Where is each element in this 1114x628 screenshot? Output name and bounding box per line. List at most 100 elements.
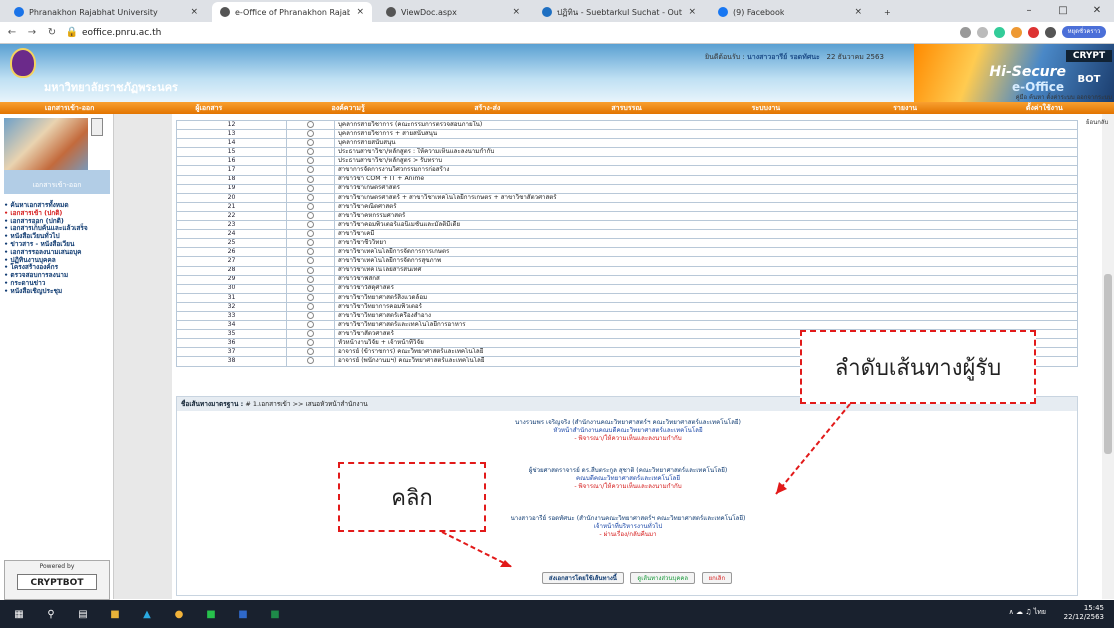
clock-date[interactable]: 22/12/2563 (1064, 613, 1104, 622)
radio-button[interactable] (307, 166, 314, 174)
scroll-thumb[interactable] (1104, 274, 1112, 454)
chrome-icon[interactable]: ● (166, 604, 192, 624)
tab-close-icon[interactable]: × (350, 7, 364, 17)
extensions: หยุดชั่วคราว (960, 26, 1106, 38)
row-select-cell (286, 210, 335, 222)
extension-icon[interactable] (1028, 26, 1039, 38)
radio-button[interactable] (307, 239, 314, 247)
extension-icon[interactable] (994, 26, 1005, 38)
sidebar-scroll-button[interactable] (91, 118, 103, 136)
browser-tab[interactable]: ViewDoc.aspx × (378, 2, 528, 22)
lock-icon[interactable]: 🔒 (64, 27, 80, 38)
menu-item[interactable]: ระบบงาน (696, 102, 835, 114)
radio-button[interactable] (307, 348, 314, 356)
radio-button[interactable] (307, 176, 314, 183)
radio-button[interactable] (307, 285, 314, 292)
personal-route-button[interactable]: ดูเส้นทางส่วนบุคคล (630, 572, 696, 584)
back-icon[interactable]: ← (4, 27, 20, 38)
clock-time[interactable]: 15:45 (1064, 604, 1104, 613)
row-number: 25 (176, 238, 287, 249)
radio-button[interactable] (307, 276, 314, 283)
menu-item[interactable]: สารบรรณ (557, 102, 696, 114)
tab-close-icon[interactable]: × (506, 7, 520, 17)
page-scrollbar[interactable] (1102, 114, 1114, 599)
row-select-cell (286, 238, 335, 249)
radio-button[interactable] (307, 257, 314, 265)
forward-icon[interactable]: → (24, 27, 40, 38)
radio-button[interactable] (307, 194, 314, 201)
table-row: 24 สาขาวิชาเคมี (176, 229, 1078, 240)
radio-button[interactable] (307, 148, 314, 156)
key-icon[interactable] (960, 26, 971, 38)
radio-button[interactable] (307, 130, 314, 138)
restore-icon[interactable]: □ (1046, 0, 1080, 22)
app-icon[interactable]: ▲ (134, 604, 160, 624)
sidebar-item[interactable]: • หนังสือเชิญประชุม (4, 287, 112, 296)
recipient-name: สาขาวิชาเกษตรศาสตร์ (334, 183, 1078, 194)
tab-title: e-Office of Phranakhon Rajabhat (235, 7, 351, 17)
windows-start-icon[interactable]: ▦ (6, 604, 32, 624)
table-row: 34 สาขาวิชาวิทยาศาสตร์และเทคโนโลยีการอาหา… (176, 320, 1078, 331)
radio-button[interactable] (307, 330, 314, 338)
minimize-icon[interactable]: – (1012, 0, 1046, 22)
search-icon[interactable]: ⚲ (38, 604, 64, 624)
browser-tab[interactable]: e-Office of Phranakhon Rajabhat× (212, 2, 372, 22)
radio-button[interactable] (307, 321, 314, 329)
table-row: 31 สาขาวิชาวิทยาศาสตร์สิ่งแวดล้อม (176, 292, 1078, 303)
menu-item[interactable]: รายงาน (836, 102, 975, 114)
radio-button[interactable] (307, 357, 314, 365)
word-icon[interactable]: ■ (230, 604, 256, 624)
close-icon[interactable]: ✕ (1080, 0, 1114, 22)
star-icon[interactable] (977, 26, 988, 38)
profile-button[interactable]: หยุดชั่วคราว (1062, 26, 1106, 38)
menu-item[interactable]: ผู้เอกสาร (139, 102, 278, 114)
row-number: 27 (176, 256, 287, 267)
radio-button[interactable] (307, 267, 314, 274)
menu-item[interactable]: สร้าง-ส่ง (418, 102, 557, 114)
row-number: 21 (176, 201, 287, 212)
radio-button[interactable] (307, 312, 314, 319)
menu-item[interactable]: เอกสารเข้า-ออก (0, 102, 139, 114)
radio-button[interactable] (307, 221, 314, 229)
file-explorer-icon[interactable]: ■ (102, 604, 128, 624)
excel-icon[interactable]: ■ (262, 604, 288, 624)
task-view-icon[interactable]: ▤ (70, 604, 96, 624)
radio-button[interactable] (307, 248, 314, 256)
new-tab-button[interactable]: + (876, 2, 899, 22)
tray-icons[interactable]: ∧ ☁ ♫ ไทย (1009, 608, 1046, 617)
table-row: 21 สาขาวิชาคณิตศาสตร์ (176, 201, 1078, 212)
browser-tab[interactable]: (9) Facebook × (710, 2, 870, 22)
menu-item[interactable]: องค์ความรู้ (279, 102, 418, 114)
recipient-name: สาขาวิชาเทคโนโลยีการจัดการสุขภาพ (334, 256, 1078, 267)
route-step: นางรวมพร เจริญจริง (สำนักงานคณะวิทยาศาสต… (177, 419, 1079, 443)
back-link[interactable]: ย้อนกลับ (1086, 117, 1108, 127)
radio-button[interactable] (307, 303, 314, 310)
tab-close-icon[interactable]: × (184, 7, 198, 17)
radio-button[interactable] (307, 230, 314, 238)
radio-button[interactable] (307, 294, 314, 301)
send-with-route-button[interactable]: ส่งเอกสารโดยใช้เส้นทางนี้ (541, 572, 624, 584)
radio-button[interactable] (307, 212, 314, 219)
browser-tab[interactable]: ปฏิทิน - Suebtarkul Suchat - Outl × (534, 2, 704, 22)
radio-button[interactable] (307, 157, 314, 165)
table-row: 29 สาขาวิชาฟิสิกส์ (176, 274, 1078, 285)
radio-button[interactable] (307, 185, 314, 192)
radio-button[interactable] (307, 339, 314, 347)
url-field[interactable]: eoffice.pnru.ac.th (82, 28, 161, 38)
radio-button[interactable] (307, 203, 314, 210)
radio-button[interactable] (307, 139, 314, 147)
extension-icon[interactable] (1011, 26, 1022, 38)
tab-close-icon[interactable]: × (848, 7, 862, 17)
cancel-button[interactable]: ยกเลิก (701, 572, 733, 584)
browser-tab[interactable]: Phranakhon Rajabhat University × (6, 2, 206, 22)
top-links[interactable]: คู่มือ ค้นหา ตั้งค่าระบบ ออกจากระบบ (1016, 92, 1112, 102)
route-step-role: คณบดีคณะวิทยาศาสตร์และเทคโนโลยี (576, 475, 680, 482)
recipient-name: สาขาวิชาคหกรรมศาสตร์ (334, 210, 1078, 222)
tab-close-icon[interactable]: × (682, 7, 696, 17)
puzzle-icon[interactable] (1045, 26, 1056, 38)
radio-button[interactable] (307, 121, 314, 128)
line-icon[interactable]: ■ (198, 604, 224, 624)
reload-icon[interactable]: ↻ (44, 27, 60, 38)
menu-item[interactable]: ตั้งค่าใช้งาน (975, 102, 1114, 114)
row-number: 26 (176, 247, 287, 258)
